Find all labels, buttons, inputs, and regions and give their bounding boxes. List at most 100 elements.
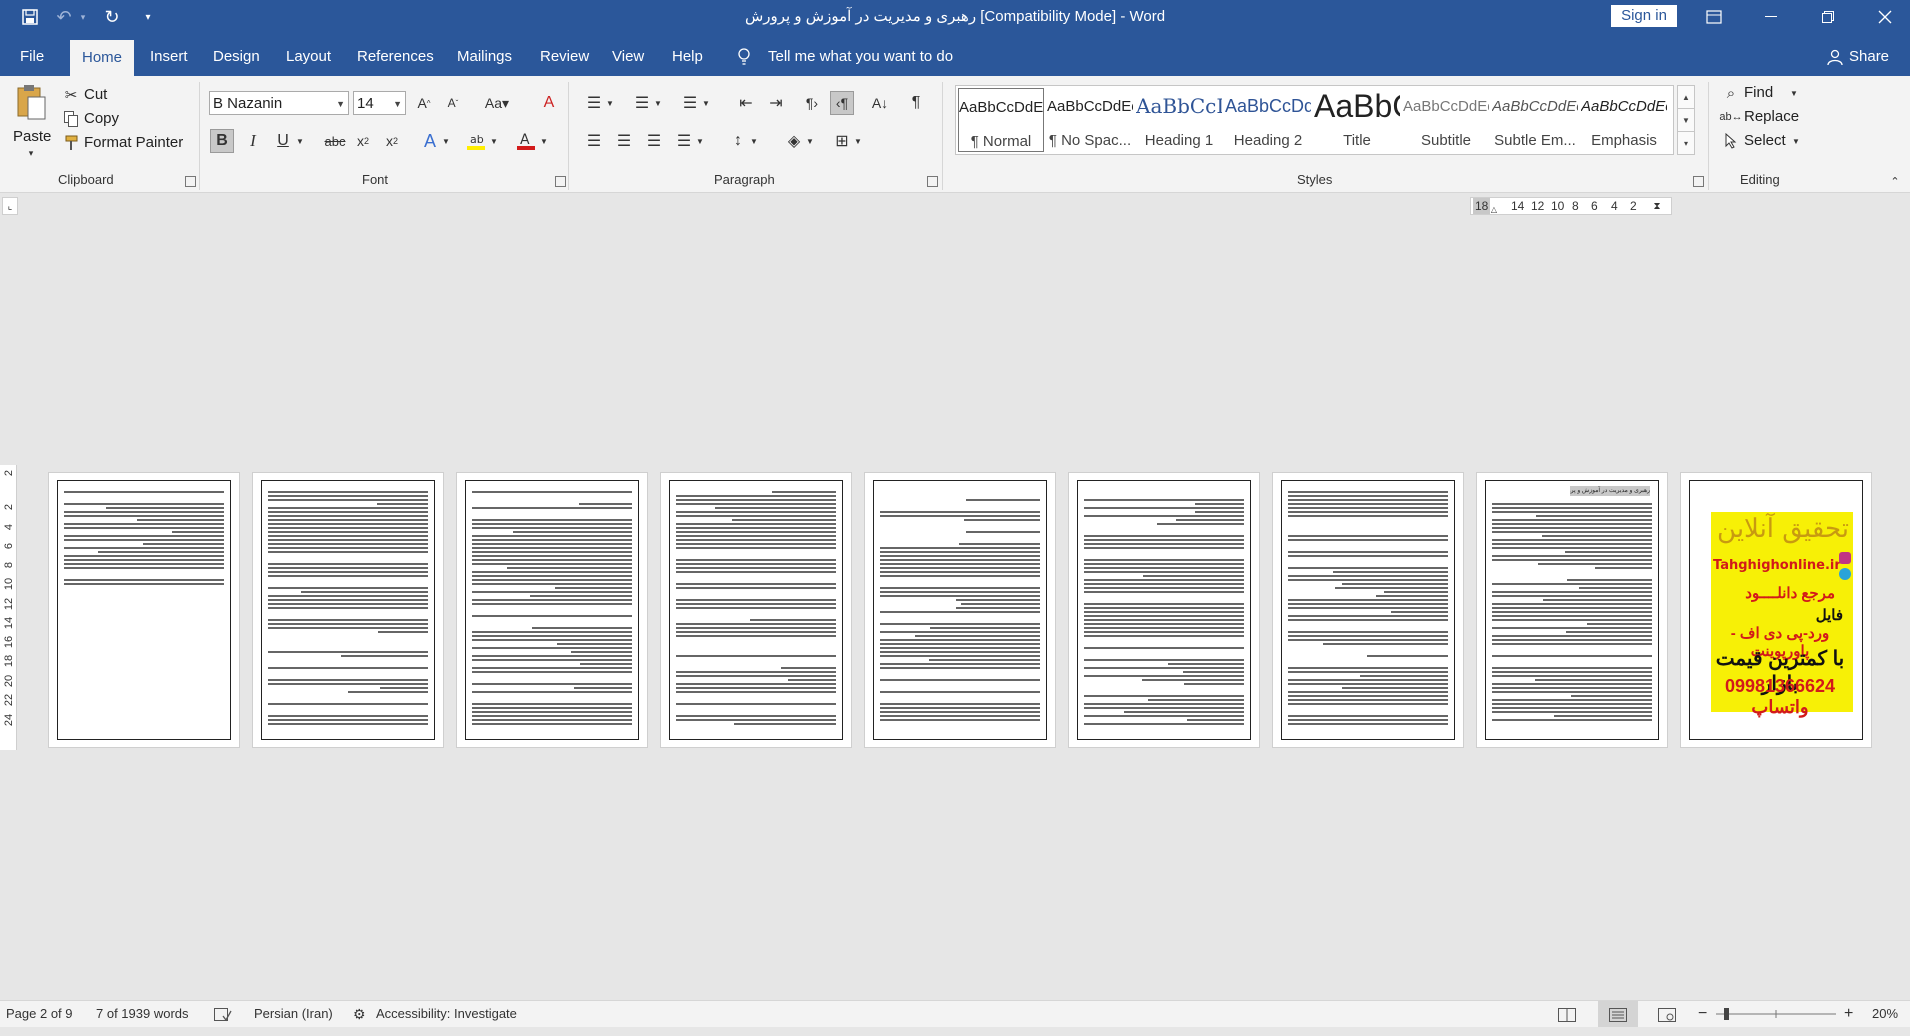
tab-review[interactable]: Review bbox=[540, 34, 589, 76]
font-color-dropdown-icon[interactable]: ▼ bbox=[538, 129, 550, 153]
shading-icon[interactable]: ◈ bbox=[782, 129, 806, 153]
align-right-icon[interactable]: ☰ bbox=[642, 129, 666, 153]
superscript-button[interactable]: x2 bbox=[380, 129, 404, 153]
restore-icon[interactable] bbox=[1805, 0, 1851, 34]
highlight-icon[interactable]: ab bbox=[464, 129, 488, 153]
shading-dropdown-icon[interactable]: ▼ bbox=[804, 129, 816, 153]
replace-icon[interactable]: ab↔ bbox=[1719, 108, 1742, 126]
justify-dropdown-icon[interactable]: ▼ bbox=[694, 129, 706, 153]
vertical-ruler[interactable]: 2 2 4 6 8 10 12 14 16 18 20 22 24 bbox=[0, 465, 17, 750]
share-button[interactable]: Share bbox=[1849, 34, 1889, 76]
align-left-icon[interactable]: ☰ bbox=[582, 129, 606, 153]
right-indent-marker-icon[interactable]: △ bbox=[1489, 204, 1499, 214]
chevron-down-icon[interactable]: ▼ bbox=[393, 92, 402, 116]
borders-icon[interactable]: ⊞ bbox=[830, 129, 854, 153]
copy-button[interactable]: Copy bbox=[84, 110, 119, 127]
tab-mailings[interactable]: Mailings bbox=[457, 34, 512, 76]
page-thumbnail[interactable] bbox=[48, 472, 240, 748]
tab-help[interactable]: Help bbox=[672, 34, 703, 76]
tab-home[interactable]: Home bbox=[70, 40, 135, 76]
page-thumbnail[interactable] bbox=[252, 472, 444, 748]
styles-more[interactable]: ▾ bbox=[1677, 131, 1695, 155]
style-subtitle[interactable]: AaBbCcDdEe Subtitle bbox=[1403, 88, 1489, 152]
format-painter-icon[interactable] bbox=[62, 134, 80, 152]
increase-indent-icon[interactable]: ⇥ bbox=[764, 91, 788, 115]
paragraph-dialog-launcher[interactable] bbox=[927, 176, 938, 187]
word-count[interactable]: 7 of 1939 words bbox=[96, 1001, 189, 1027]
read-mode-icon[interactable] bbox=[1558, 1001, 1578, 1027]
zoom-out-icon[interactable]: − bbox=[1698, 1001, 1710, 1027]
font-dialog-launcher[interactable] bbox=[555, 176, 566, 187]
clear-formatting-icon[interactable]: A bbox=[537, 91, 561, 115]
find-button[interactable]: Find bbox=[1744, 84, 1773, 101]
underline-dropdown-icon[interactable]: ▼ bbox=[294, 129, 306, 153]
style-title[interactable]: AaBbCcDdEe Title bbox=[1314, 88, 1400, 152]
grow-font-icon[interactable]: A ^ bbox=[412, 91, 436, 115]
page-thumbnail[interactable]: تحقیق آنلاین Tahghighonline.ir مرجع دانل… bbox=[1680, 472, 1872, 748]
replace-button[interactable]: Replace bbox=[1744, 108, 1799, 125]
strikethrough-button[interactable]: abc bbox=[320, 129, 350, 153]
tab-design[interactable]: Design bbox=[213, 34, 260, 76]
close-icon[interactable] bbox=[1862, 0, 1908, 34]
paste-dropdown-icon[interactable]: ▾ bbox=[26, 148, 36, 158]
zoom-level[interactable]: 20% bbox=[1872, 1001, 1898, 1027]
lightbulb-icon[interactable] bbox=[737, 34, 751, 76]
styles-scroll-down[interactable]: ▼ bbox=[1677, 108, 1695, 132]
text-effects-dropdown-icon[interactable]: ▼ bbox=[440, 129, 452, 153]
page-thumbnail[interactable] bbox=[456, 472, 648, 748]
left-to-right-icon[interactable]: ¶› bbox=[800, 91, 824, 115]
ribbon-display-options-icon[interactable] bbox=[1691, 0, 1737, 34]
cursor-icon[interactable] bbox=[1722, 132, 1740, 150]
font-size-combo[interactable]: 14 ▼ bbox=[353, 91, 406, 115]
page-thumbnail[interactable] bbox=[1068, 472, 1260, 748]
person-icon[interactable] bbox=[1827, 34, 1843, 76]
tell-me-search[interactable]: Tell me what you want to do bbox=[768, 34, 953, 76]
bold-button[interactable]: B bbox=[210, 129, 234, 153]
format-painter-button[interactable]: Format Painter bbox=[84, 134, 183, 151]
numbering-icon[interactable]: ☰ bbox=[630, 91, 654, 115]
style-normal[interactable]: AaBbCcDdEe ¶ Normal bbox=[958, 88, 1044, 152]
language[interactable]: Persian (Iran) bbox=[254, 1001, 333, 1027]
style-heading-2[interactable]: AaBbCcDdEe Heading 2 bbox=[1225, 88, 1311, 152]
shrink-font-icon[interactable]: Aˇ bbox=[441, 91, 465, 115]
style-emphasis[interactable]: AaBbCcDdEe Emphasis bbox=[1581, 88, 1667, 152]
sign-in-button[interactable]: Sign in bbox=[1611, 5, 1677, 27]
page-thumbnail[interactable]: رهبری و مدیریت در آموزش و پرورش bbox=[1476, 472, 1668, 748]
bullets-dropdown-icon[interactable]: ▼ bbox=[604, 91, 616, 115]
accessibility-status[interactable]: Accessibility: Investigate bbox=[376, 1001, 517, 1027]
find-dropdown-icon[interactable]: ▼ bbox=[1788, 84, 1800, 102]
style-heading-1[interactable]: AaBbCcDdEe Heading 1 bbox=[1136, 88, 1222, 152]
italic-button[interactable]: I bbox=[241, 129, 265, 153]
tab-selector-icon[interactable]: ⌞ bbox=[2, 197, 18, 215]
multilevel-list-icon[interactable]: ☰ bbox=[678, 91, 702, 115]
paste-button[interactable]: Paste bbox=[13, 128, 51, 145]
subscript-button[interactable]: x2 bbox=[351, 129, 375, 153]
tab-view[interactable]: View bbox=[612, 34, 644, 76]
style-subtle-emphasis[interactable]: AaBbCcDdEe Subtle Em... bbox=[1492, 88, 1578, 152]
borders-dropdown-icon[interactable]: ▼ bbox=[852, 129, 864, 153]
page-thumbnail[interactable] bbox=[1272, 472, 1464, 748]
proofing-icon[interactable] bbox=[214, 1001, 234, 1027]
line-spacing-icon[interactable]: ↕ bbox=[726, 129, 750, 153]
underline-button[interactable]: U bbox=[271, 129, 295, 153]
style-no-spacing[interactable]: AaBbCcDdEe ¶ No Spac... bbox=[1047, 88, 1133, 152]
styles-scroll-up[interactable]: ▲ bbox=[1677, 85, 1695, 109]
text-effects-icon[interactable]: A bbox=[418, 129, 442, 153]
tab-insert[interactable]: Insert bbox=[150, 34, 188, 76]
page-thumbnail[interactable] bbox=[660, 472, 852, 748]
font-color-icon[interactable]: A bbox=[514, 129, 538, 153]
clipboard-dialog-launcher[interactable] bbox=[185, 176, 196, 187]
page-thumbnail[interactable] bbox=[864, 472, 1056, 748]
zoom-slider[interactable] bbox=[1716, 1001, 1836, 1027]
copy-icon[interactable] bbox=[62, 110, 80, 128]
change-case-icon[interactable]: Aa▾ bbox=[480, 91, 514, 115]
zoom-in-icon[interactable]: + bbox=[1844, 1001, 1856, 1027]
chevron-down-icon[interactable]: ▼ bbox=[336, 92, 345, 116]
accessibility-icon[interactable]: ⚙ bbox=[353, 1001, 371, 1027]
font-name-combo[interactable]: B Nazanin ▼ bbox=[209, 91, 349, 115]
print-layout-icon[interactable] bbox=[1598, 1001, 1638, 1027]
align-center-icon[interactable]: ☰ bbox=[612, 129, 636, 153]
select-dropdown-icon[interactable]: ▼ bbox=[1790, 132, 1802, 150]
minimize-icon[interactable] bbox=[1748, 0, 1794, 34]
collapse-ribbon-icon[interactable]: ⌃ bbox=[1888, 174, 1902, 188]
